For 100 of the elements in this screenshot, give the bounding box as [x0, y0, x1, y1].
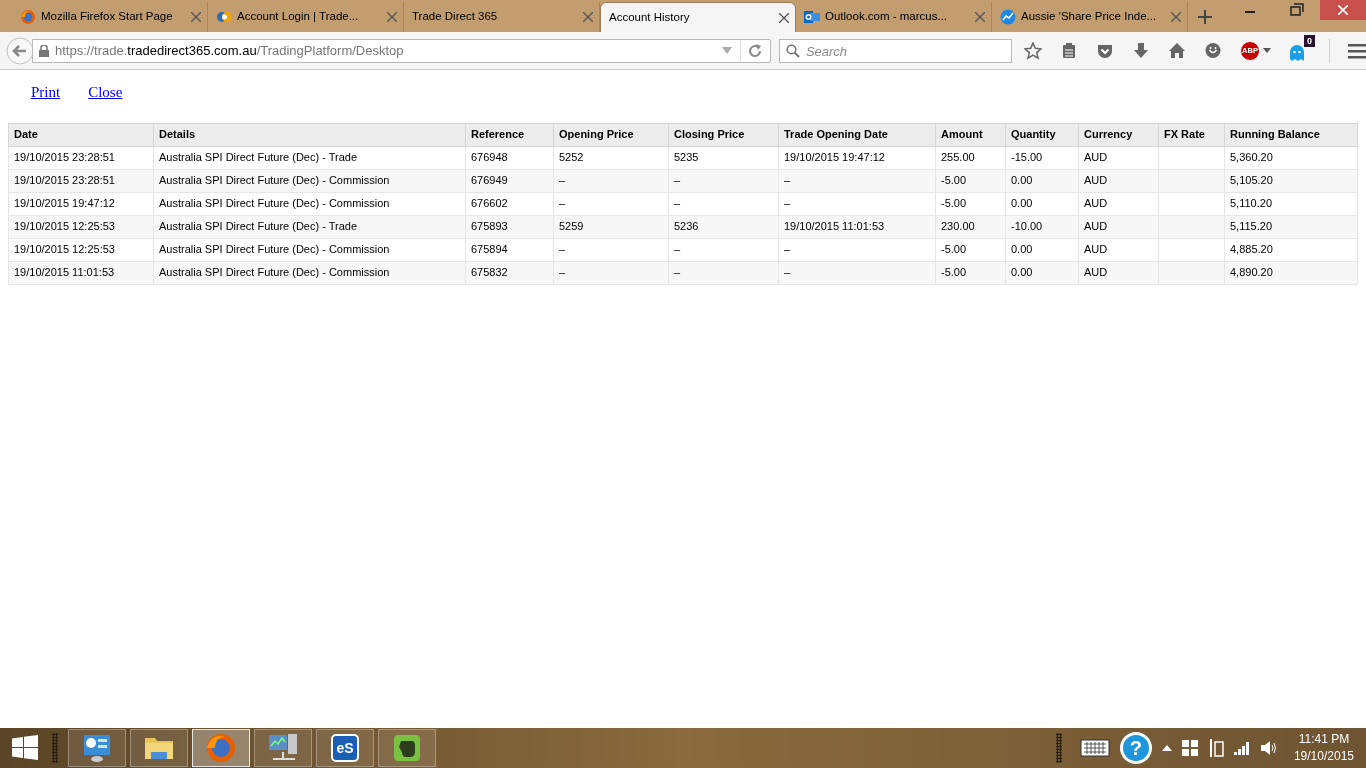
close-window-button[interactable]: [1320, 0, 1366, 20]
close-icon[interactable]: [1171, 12, 1181, 22]
table-cell: Australia SPI Direct Future (Dec) - Commission: [153, 261, 466, 284]
table-cell: –: [668, 261, 779, 284]
table-cell: AUD: [1078, 261, 1159, 284]
column-header: Details: [153, 123, 466, 146]
battery-icon[interactable]: [1207, 739, 1224, 757]
home-icon[interactable]: [1168, 41, 1186, 60]
table-cell: AUD: [1078, 238, 1159, 261]
link[interactable]: Close: [88, 81, 123, 104]
close-icon[interactable]: [779, 12, 789, 23]
table-cell: Australia SPI Direct Future (Dec) - Commission: [153, 238, 466, 261]
table-cell: AUD: [1078, 215, 1159, 238]
table-cell: –: [778, 261, 936, 284]
table-cell: 675832: [465, 261, 554, 284]
column-header: Reference: [465, 123, 554, 146]
table-cell: 5235: [668, 146, 779, 169]
bookmark-star-icon[interactable]: [1024, 41, 1042, 60]
ghost-icon[interactable]: [1289, 43, 1305, 62]
rings-icon: [216, 9, 232, 25]
table-cell: –: [553, 261, 669, 284]
table-cell: 19/10/2015 12:25:53: [8, 238, 154, 261]
table-cell: –: [668, 192, 779, 215]
table-cell: 19/10/2015 11:01:53: [8, 261, 154, 284]
close-icon[interactable]: [975, 12, 985, 22]
table-cell: 19/10/2015 19:47:12: [778, 146, 936, 169]
table-cell: –: [668, 238, 779, 261]
table-cell: 5,115.20: [1224, 215, 1358, 238]
table-cell: 5,360.20: [1224, 146, 1358, 169]
table-cell: 19/10/2015 12:25:53: [8, 215, 154, 238]
table-cell: 230.00: [935, 215, 1006, 238]
table-cell: 5,110.20: [1224, 192, 1358, 215]
windows-logo-icon[interactable]: [12, 735, 38, 761]
column-header: Currency: [1078, 123, 1159, 146]
table-cell: -5.00: [935, 238, 1006, 261]
chat-icon[interactable]: [1204, 41, 1222, 60]
table-cell: –: [553, 169, 669, 192]
keyboard-icon[interactable]: [1079, 739, 1110, 757]
table-cell: AUD: [1078, 192, 1159, 215]
search-field[interactable]: Search: [778, 39, 1012, 63]
clock-date[interactable]: 19/10/2015: [1293, 748, 1354, 765]
close-icon[interactable]: [387, 12, 397, 22]
download-icon[interactable]: [1132, 41, 1150, 60]
taskbar-button[interactable]: eS: [316, 729, 374, 767]
clipboard-icon[interactable]: [1060, 41, 1078, 60]
taskbar-button[interactable]: [254, 729, 312, 767]
column-header: Trade Opening Date: [778, 123, 936, 146]
address-bar[interactable]: https://trade.tradedirect365.com.au/TradingPlatform/Desktop: [32, 38, 771, 63]
menu-icon[interactable]: [1348, 42, 1366, 59]
table-cell: 5,105.20: [1224, 169, 1358, 192]
signal-icon[interactable]: [1233, 741, 1250, 755]
close-icon[interactable]: [191, 12, 201, 22]
column-header: Opening Price: [553, 123, 669, 146]
taskbar-button[interactable]: [378, 729, 436, 767]
table-cell: 19/10/2015 19:47:12: [8, 192, 154, 215]
table-cell: -10.00: [1005, 215, 1079, 238]
table-cell: 19/10/2015 11:01:53: [778, 215, 936, 238]
table-cell: -5.00: [935, 169, 1006, 192]
table-cell: 255.00: [935, 146, 1006, 169]
table-cell: 676949: [465, 169, 554, 192]
table-cell: 0.00: [1005, 169, 1079, 192]
address-text: https://trade.tradedirect365.com.au/TradingPlatform/Desktop: [55, 41, 405, 60]
table-cell: –: [553, 192, 669, 215]
table-cell: 19/10/2015 23:28:51: [8, 146, 154, 169]
browser-tab[interactable]: Account History: [600, 2, 796, 32]
table-cell: Australia SPI Direct Future (Dec) - Trade: [153, 146, 466, 169]
table-cell: –: [778, 169, 936, 192]
reload-icon[interactable]: [748, 43, 763, 58]
table-cell: –: [668, 169, 779, 192]
table-cell: Australia SPI Direct Future (Dec) - Commission: [153, 169, 466, 192]
table-cell: 675894: [465, 238, 554, 261]
control-panel-icon: [81, 732, 113, 764]
back-icon[interactable]: [6, 36, 34, 65]
windows-logo-icon[interactable]: [1181, 740, 1198, 756]
table-cell: 0.00: [1005, 238, 1079, 261]
taskbar-button[interactable]: [130, 729, 188, 767]
link[interactable]: Print: [31, 81, 61, 104]
table-cell: -5.00: [935, 192, 1006, 215]
taskbar-button[interactable]: [192, 729, 250, 767]
clock-time[interactable]: 11:41 PM: [1298, 731, 1350, 748]
caret-icon[interactable]: [1263, 48, 1271, 53]
table-cell: 4,885.20: [1224, 238, 1358, 261]
mail-icon: [804, 9, 820, 25]
firefox-icon: [205, 732, 237, 764]
speaker-icon[interactable]: [1259, 740, 1278, 756]
table-cell: 5259: [553, 215, 669, 238]
close-icon[interactable]: [583, 12, 593, 22]
lock-icon: [39, 44, 49, 57]
column-header: Closing Price: [668, 123, 779, 146]
firefox-icon: [20, 9, 36, 25]
table-cell: AUD: [1078, 169, 1159, 192]
table-cell: 0.00: [1005, 261, 1079, 284]
chevron-up-icon[interactable]: [1161, 745, 1172, 751]
table-cell: Australia SPI Direct Future (Dec) - Trade: [153, 215, 466, 238]
table-cell: 5236: [668, 215, 779, 238]
table-cell: 676602: [465, 192, 554, 215]
new-tab-icon[interactable]: [1198, 10, 1212, 24]
taskbar-button[interactable]: [68, 729, 126, 767]
table-cell: 675893: [465, 215, 554, 238]
close-icon: [1338, 5, 1348, 15]
